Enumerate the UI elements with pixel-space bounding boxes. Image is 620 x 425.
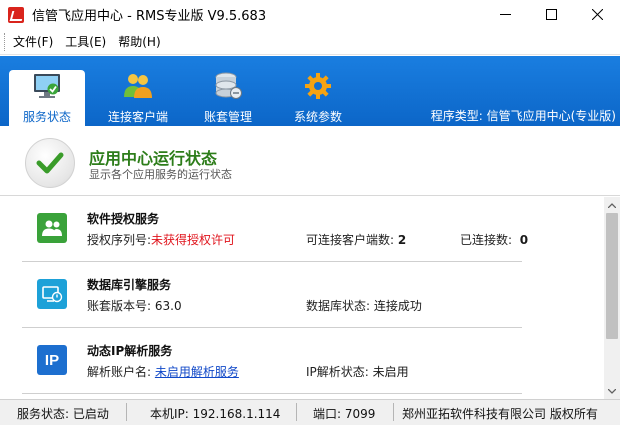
- database-status-value: 连接成功: [373, 299, 422, 313]
- field-label: 解析账户名:: [87, 365, 152, 379]
- services-panel: 软件授权服务 授权序列号:未获得授权许可 可连接客户端数: 2 已连接数: 0 …: [0, 197, 604, 399]
- menu-bar: 文件(F) 工具(E) 帮助(H): [0, 29, 620, 55]
- license-serial-value: 未获得授权许可: [151, 233, 236, 247]
- tab-label: 账套管理: [203, 110, 252, 124]
- maximize-icon: [545, 9, 557, 20]
- tab-connected-clients[interactable]: 连接客户端: [100, 70, 176, 126]
- scroll-up-button[interactable]: [604, 197, 620, 213]
- max-clients-field: 可连接客户端数: 2: [306, 231, 406, 248]
- tab-label: 连接客户端: [107, 110, 168, 124]
- connected-count-field: 已连接数: 0: [460, 231, 528, 248]
- field-label: 已连接数:: [460, 233, 513, 247]
- vertical-scrollbar[interactable]: [604, 197, 620, 399]
- port-text: 端口: 7099: [313, 407, 376, 421]
- window-controls: [482, 0, 620, 29]
- tab-service-status[interactable]: 服务状态: [9, 70, 85, 126]
- database-icon: [211, 70, 245, 102]
- main-toolbar: 服务状态 连接客户端 账套管理 系统参数 程序类型: 信管飞应用中心(专业版): [0, 56, 620, 126]
- field-label: 授权序列号:: [87, 233, 152, 247]
- max-clients-value: 2: [397, 233, 407, 247]
- chevron-up-icon: [608, 202, 616, 208]
- enable-resolve-link[interactable]: 未启用解析服务: [155, 365, 239, 379]
- tab-system-params[interactable]: 系统参数: [280, 70, 356, 126]
- service-dynamic-ip: IP 动态IP解析服务 解析账户名: 未启用解析服务 IP解析状态: 未启用: [22, 329, 522, 394]
- field-label: 数据库状态:: [306, 299, 371, 313]
- service-status-text: 服务状态: 已启动: [17, 407, 109, 421]
- close-button[interactable]: [574, 0, 620, 29]
- connected-count-value: 0: [519, 233, 529, 247]
- field-label: IP解析状态:: [306, 365, 369, 379]
- copyright-text: 郑州亚拓软件科技有限公司 版权所有: [402, 407, 598, 421]
- ip-resolve-status-field: IP解析状态: 未启用: [306, 363, 409, 380]
- status-bar: 服务状态: 已启动 本机IP: 192.168.1.114 端口: 7099 郑…: [0, 399, 620, 425]
- tab-account-management[interactable]: 账套管理: [190, 70, 266, 126]
- gear-icon: [301, 70, 335, 102]
- title-bar: 信管飞应用中心 - RMS专业版 V9.5.683: [0, 0, 620, 29]
- field-label: 可连接客户端数:: [306, 233, 395, 247]
- menu-file[interactable]: 文件(F): [7, 29, 59, 55]
- page-subtitle: 显示各个应用服务的运行状态: [89, 168, 232, 181]
- local-ip-text: 本机IP: 192.168.1.114: [150, 407, 281, 421]
- service-name: 动态IP解析服务: [87, 344, 173, 358]
- scroll-down-button[interactable]: [604, 383, 620, 399]
- account-version-value: 63.0: [154, 299, 182, 313]
- tab-label: 系统参数: [293, 110, 342, 124]
- service-database: 数据库引擎服务 账套版本号: 63.0 数据库状态: 连接成功: [22, 263, 522, 328]
- menu-help[interactable]: 帮助(H): [112, 29, 166, 55]
- monitor-check-icon: [30, 70, 64, 102]
- field-label: 账套版本号:: [87, 299, 152, 313]
- checkmark-icon: [25, 138, 75, 188]
- status-divider: [296, 403, 297, 421]
- status-divider: [126, 403, 127, 421]
- tab-label: 服务状态: [22, 110, 71, 124]
- window-title: 信管飞应用中心 - RMS专业版 V9.5.683: [32, 9, 267, 24]
- database-status-field: 数据库状态: 连接成功: [306, 297, 422, 314]
- chevron-down-icon: [608, 388, 616, 394]
- resolve-account-field: 解析账户名: 未启用解析服务: [87, 363, 239, 380]
- account-version-field: 账套版本号: 63.0: [87, 297, 182, 314]
- minimize-button[interactable]: [482, 0, 528, 29]
- menu-tools[interactable]: 工具(E): [59, 29, 112, 55]
- service-name: 软件授权服务: [87, 212, 160, 226]
- status-divider: [393, 403, 394, 421]
- ip-icon: IP: [37, 345, 67, 375]
- users-icon: [121, 70, 155, 102]
- close-icon: [591, 9, 603, 20]
- ip-resolve-status-value: 未启用: [372, 365, 409, 379]
- scroll-thumb[interactable]: [606, 213, 618, 339]
- maximize-button[interactable]: [528, 0, 574, 29]
- status-header: 应用中心运行状态 显示各个应用服务的运行状态: [0, 126, 620, 196]
- app-logo-icon: [8, 6, 24, 23]
- users-icon: [37, 213, 67, 243]
- minimize-icon: [499, 14, 511, 15]
- program-type-label: 程序类型: 信管飞应用中心(专业版): [430, 109, 616, 123]
- database-engine-icon: [37, 279, 67, 309]
- service-license: 软件授权服务 授权序列号:未获得授权许可 可连接客户端数: 2 已连接数: 0: [22, 197, 528, 262]
- service-name: 数据库引擎服务: [87, 278, 172, 292]
- license-serial-field: 授权序列号:未获得授权许可: [87, 231, 235, 248]
